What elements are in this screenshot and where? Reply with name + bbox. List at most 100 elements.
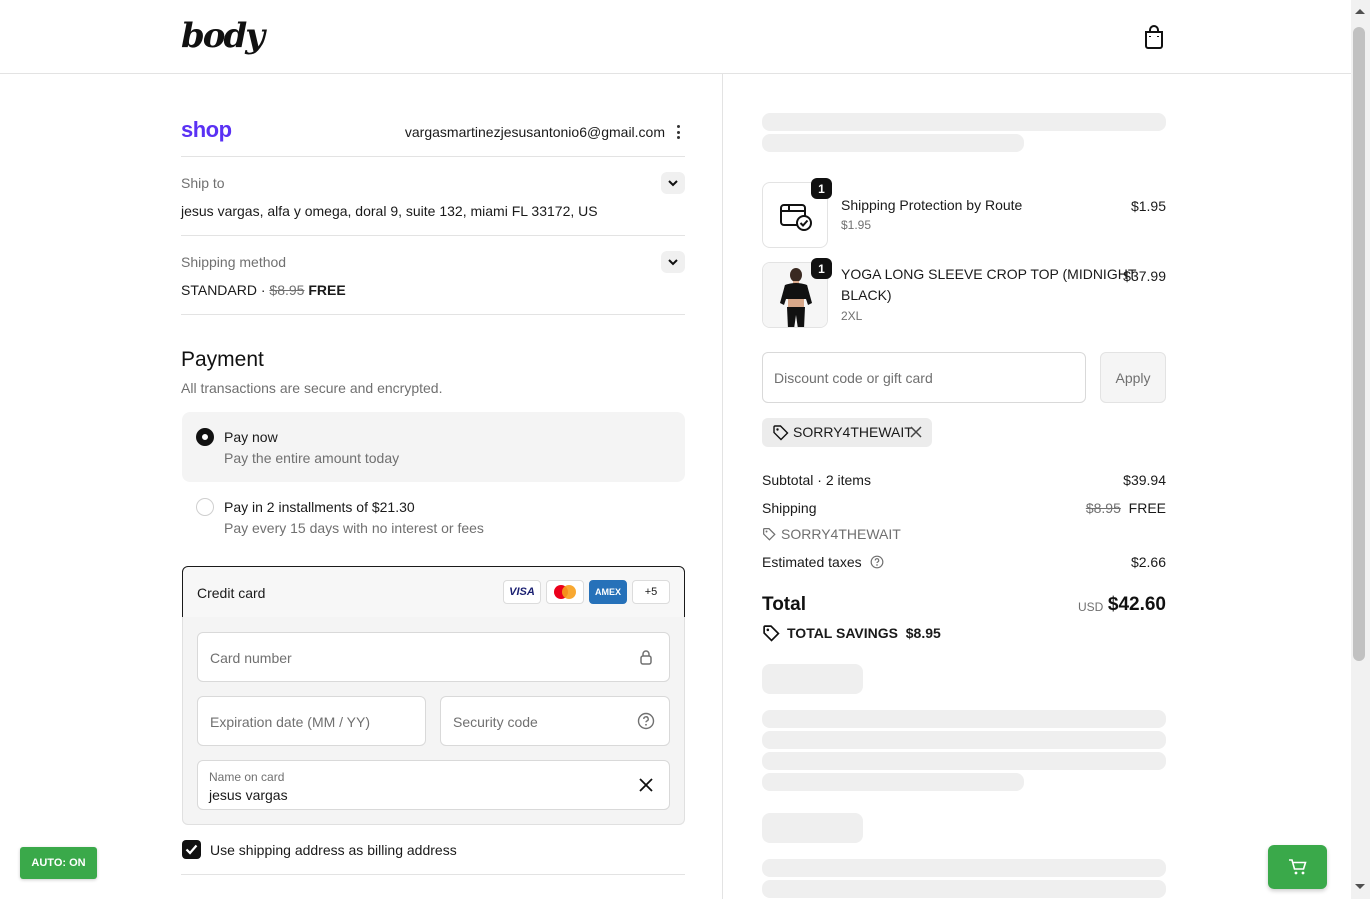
installments-radio[interactable] xyxy=(196,498,214,516)
shipping-method-expand-button[interactable] xyxy=(661,251,685,273)
floating-cart-button[interactable] xyxy=(1268,845,1327,889)
package-check-icon xyxy=(780,204,812,231)
loading-skeleton xyxy=(762,664,863,694)
shopping-cart-icon xyxy=(1288,859,1307,875)
total-currency: USD xyxy=(1078,600,1104,614)
account-email: vargasmartinezjesusantonio6@gmail.com xyxy=(404,124,665,140)
item-variant: $1.95 xyxy=(841,218,872,232)
divider xyxy=(181,314,685,315)
shipping-free-price: FREE xyxy=(308,282,346,298)
security-code-input[interactable]: Security code xyxy=(440,696,670,746)
tag-icon xyxy=(773,425,789,441)
remove-code-icon[interactable] xyxy=(910,426,922,438)
shipping-old-value: $8.95 xyxy=(1085,500,1121,516)
billing-address-label[interactable]: Use shipping address as billing address xyxy=(210,842,457,858)
scrollbar-thumb[interactable] xyxy=(1353,27,1365,661)
ship-to-address: jesus vargas, alfa y omega, doral 9, sui… xyxy=(181,203,598,219)
shipping-label: Shipping xyxy=(762,500,817,516)
item-quantity-badge: 1 xyxy=(811,258,832,279)
loading-skeleton xyxy=(762,134,1024,152)
shipping-code-text: SORRY4THEWAIT xyxy=(781,526,901,542)
total-value: $42.60 xyxy=(1107,594,1166,615)
shipping-old-price: $8.95 xyxy=(269,282,305,298)
ship-to-expand-button[interactable] xyxy=(661,172,685,194)
savings-value: $8.95 xyxy=(905,625,941,641)
credit-card-option[interactable]: Credit card VISA AMEX +5 xyxy=(182,566,685,618)
loading-skeleton xyxy=(762,113,1166,131)
divider xyxy=(181,235,685,236)
tag-icon xyxy=(763,528,776,541)
credit-card-label: Credit card xyxy=(197,585,266,601)
more-options-icon[interactable] xyxy=(672,123,684,141)
taxes-label-text: Estimated taxes xyxy=(762,554,862,570)
shipping-method-label: Shipping method xyxy=(181,254,287,270)
security-code-placeholder: Security code xyxy=(453,714,538,730)
divider xyxy=(181,874,685,875)
taxes-label: Estimated taxes xyxy=(762,554,884,570)
apply-discount-button[interactable]: Apply xyxy=(1100,352,1166,403)
discount-placeholder: Discount code or gift card xyxy=(774,370,933,386)
amex-icon: AMEX xyxy=(589,580,627,604)
ship-to-label: Ship to xyxy=(181,175,225,191)
brand-logo[interactable]: body xyxy=(181,16,265,56)
shipping-method-value: STANDARD · $8.95 FREE xyxy=(181,282,346,298)
chevron-down-icon xyxy=(668,180,678,187)
name-on-card-input[interactable]: Name on card jesus vargas xyxy=(197,760,670,810)
pay-now-option[interactable] xyxy=(182,412,685,482)
shipping-method-name: STANDARD · xyxy=(181,282,270,298)
shipping-value: $8.95 FREE xyxy=(1086,500,1166,516)
visa-icon: VISA xyxy=(503,580,541,604)
auto-toggle-button[interactable]: AUTO: ON xyxy=(20,847,97,879)
checkmark-icon xyxy=(185,844,198,855)
card-number-placeholder: Card number xyxy=(210,650,292,666)
item-price: $37.99 xyxy=(1123,268,1166,284)
name-on-card-value: jesus vargas xyxy=(209,787,288,803)
applied-discount-chip: SORRY4THEWAIT xyxy=(762,418,932,447)
savings-label: TOTAL SAVINGS xyxy=(787,625,898,641)
loading-skeleton xyxy=(762,710,1166,728)
shipping-new-value: FREE xyxy=(1128,500,1166,516)
scroll-down-arrow-icon[interactable] xyxy=(1352,882,1368,892)
divider xyxy=(181,156,685,157)
card-number-input[interactable]: Card number xyxy=(197,632,670,682)
loading-skeleton xyxy=(762,859,1166,877)
installments-subtitle: Pay every 15 days with no interest or fe… xyxy=(224,520,484,536)
pay-now-radio[interactable] xyxy=(196,428,214,446)
applied-code-text: SORRY4THEWAIT xyxy=(793,424,913,440)
expiration-date-input[interactable]: Expiration date (MM / YY) xyxy=(197,696,426,746)
loading-skeleton xyxy=(762,813,863,843)
item-quantity-badge: 1 xyxy=(811,178,832,199)
discount-code-input[interactable]: Discount code or gift card xyxy=(762,352,1086,403)
loading-skeleton xyxy=(762,731,1166,749)
help-circle-icon[interactable] xyxy=(870,555,884,569)
item-price: $1.95 xyxy=(1130,198,1166,214)
installments-title[interactable]: Pay in 2 installments of $21.30 xyxy=(224,499,415,515)
loading-skeleton xyxy=(762,773,1024,791)
scroll-up-arrow-icon[interactable] xyxy=(1352,6,1368,16)
more-cards-badge: +5 xyxy=(632,580,670,604)
chevron-down-icon xyxy=(668,259,678,266)
shopping-bag-icon[interactable] xyxy=(1142,24,1166,50)
mastercard-icon xyxy=(546,580,584,604)
payment-subtitle: All transactions are secure and encrypte… xyxy=(181,380,443,396)
taxes-value: $2.66 xyxy=(1130,554,1166,570)
payment-heading: Payment xyxy=(181,348,264,371)
clear-icon[interactable] xyxy=(637,776,655,794)
lock-icon xyxy=(640,650,652,665)
expiration-placeholder: Expiration date (MM / YY) xyxy=(210,714,371,730)
item-name-line2: BLACK) xyxy=(841,287,892,303)
item-name: Shipping Protection by Route xyxy=(841,197,1023,213)
total-label: Total xyxy=(762,594,806,615)
subtotal-value: $39.94 xyxy=(1123,472,1166,488)
total-savings: TOTAL SAVINGS $8.95 xyxy=(787,625,941,641)
billing-address-checkbox[interactable] xyxy=(182,840,201,859)
shipping-discount-code: SORRY4THEWAIT xyxy=(762,526,901,542)
site-header: body xyxy=(0,0,1351,74)
pay-now-title: Pay now xyxy=(224,429,278,445)
loading-skeleton xyxy=(762,880,1166,898)
help-circle-icon[interactable] xyxy=(637,712,655,730)
item-variant: 2XL xyxy=(841,309,863,323)
shop-pay-logo: shop xyxy=(181,117,232,142)
loading-skeleton xyxy=(762,752,1166,770)
tag-icon xyxy=(763,625,780,642)
